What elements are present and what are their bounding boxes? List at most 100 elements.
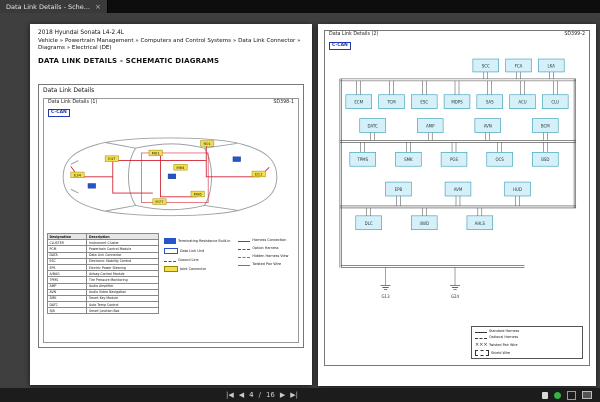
- page-total: 16: [265, 391, 275, 399]
- legend-label: Ground Line: [178, 258, 199, 262]
- ground-symbol: [380, 284, 460, 291]
- svg-text:AVN: AVN: [484, 124, 492, 129]
- vehicle-line: 2018 Hyundai Sonata L4-2.4L: [38, 30, 124, 36]
- can-module-box: DATC: [359, 118, 386, 133]
- can-module-box: AMP: [417, 118, 444, 133]
- diagram-2-frame: Data Link Details (2) SD399-2 C-CAN SCC …: [324, 30, 590, 366]
- connector-tag: E47: [104, 155, 119, 162]
- legend-item: Standard Harness: [475, 329, 579, 333]
- schematic-legend: Standard Harness Optional Harness Twisted …: [471, 325, 583, 359]
- can-module-box: AVM: [444, 181, 472, 197]
- can-module-box: ECM: [345, 94, 372, 109]
- page-left: 2018 Hyundai Sonata L4-2.4L Vehicle » Po…: [30, 24, 312, 385]
- legend-label: Shield Wire: [491, 351, 511, 355]
- svg-text:AMP: AMP: [426, 124, 435, 129]
- viewer-canvas[interactable]: 2018 Hyundai Sonata L4-2.4L Vehicle » Po…: [0, 13, 600, 388]
- svg-text:M01: M01: [152, 150, 161, 155]
- can-module-box: SAS: [476, 94, 503, 109]
- section-label: Data Link Details: [43, 87, 95, 94]
- svg-text:D11: D11: [255, 171, 263, 176]
- next-page-button[interactable]: ▶: [280, 391, 285, 399]
- diagram-1-code: SD398-1: [273, 100, 294, 105]
- dash-gray-icon: [238, 257, 251, 258]
- document-icon[interactable]: [542, 391, 548, 399]
- svg-text:TCM: TCM: [386, 100, 396, 105]
- svg-text:SMK: SMK: [404, 157, 413, 162]
- can-module-box: SMK: [395, 152, 422, 167]
- can-module-box: FCA: [505, 58, 532, 73]
- box-yellow-icon: [164, 266, 178, 272]
- prev-page-button[interactable]: ◀: [239, 391, 244, 399]
- legend-label: Data Link Unit: [180, 249, 205, 253]
- page-navigation: |◀ ◀ 4 / 16 ▶ ▶|: [226, 388, 298, 402]
- first-page-button[interactable]: |◀: [226, 391, 234, 399]
- page-number-input[interactable]: 4: [249, 391, 253, 399]
- connector-tag: M01: [148, 149, 163, 157]
- svg-text:AVM: AVM: [454, 187, 463, 192]
- last-page-button[interactable]: ▶|: [290, 391, 298, 399]
- svg-text:M77: M77: [155, 199, 164, 204]
- legend-label: Optional Harness: [489, 335, 519, 339]
- module-marker: [232, 156, 241, 162]
- legend-label: Option Harness: [252, 246, 279, 250]
- window-icon[interactable]: [582, 391, 592, 399]
- can-module-box: PGS: [440, 152, 468, 167]
- can-module-box: CLU: [542, 94, 569, 109]
- legend-item: Data Link Unit: [164, 248, 230, 254]
- connector-tag: E34: [70, 171, 85, 179]
- legend-label: Standard Harness: [489, 328, 520, 333]
- can-module-box: OCS: [486, 152, 513, 167]
- vehicle-harness-diagram: E34 E47 M01 M64 M77 M96 R01 D11: [62, 137, 278, 217]
- module-marker: [167, 173, 176, 179]
- svg-text:ESC: ESC: [420, 100, 428, 105]
- svg-text:SAS: SAS: [486, 100, 494, 105]
- ground-label: G24: [451, 294, 460, 299]
- svg-text:DATC: DATC: [367, 124, 378, 129]
- legend-label: Twisted Pair Wire: [252, 262, 282, 266]
- can-module-box: 4WD: [411, 215, 438, 231]
- svg-text:4WD: 4WD: [420, 221, 429, 226]
- can-bus-schematic: SCC FCA LKA ECM TCM ESC MDPS SAS ACU CLU…: [339, 58, 577, 299]
- legend-label: Twisted Pair Wire: [489, 342, 518, 347]
- can-module-box: TCM: [378, 94, 405, 109]
- can-module-box: TPMS: [349, 152, 376, 167]
- bottom-toolbar: |◀ ◀ 4 / 16 ▶ ▶|: [0, 388, 600, 402]
- ccan-badge: C-CAN: [329, 42, 351, 50]
- document-tab[interactable]: Data Link Details - Sche... ×: [0, 0, 108, 13]
- connector-tag: R01: [200, 140, 215, 147]
- can-module-box: SCC: [472, 58, 499, 73]
- svg-text:BCM: BCM: [541, 124, 550, 129]
- diagram-2-title: Data Link Details (2): [329, 32, 379, 37]
- legend-item: Optional Harness: [475, 335, 579, 339]
- box-blue-open-icon: [164, 248, 178, 254]
- connector-tag: D11: [251, 170, 266, 178]
- svg-text:R01: R01: [203, 141, 211, 146]
- tray-icons: [542, 388, 592, 402]
- svg-text:ECM: ECM: [354, 100, 363, 105]
- table-cell: Smart Junction Box: [86, 307, 159, 315]
- svg-text:EPB: EPB: [395, 187, 403, 192]
- solid-line-icon: [475, 331, 487, 333]
- connector-tag: M77: [152, 198, 167, 205]
- svg-text:OCS: OCS: [495, 157, 504, 162]
- can-module-box: ESC: [411, 94, 438, 109]
- grid-icon[interactable]: [567, 390, 576, 400]
- tab-bar: Data Link Details - Sche... ×: [0, 0, 600, 13]
- svg-text:M64: M64: [176, 165, 185, 170]
- table-row: SJB Smart Junction Box: [46, 307, 159, 315]
- svg-text:FCA: FCA: [515, 63, 523, 68]
- box-blue-solid-icon: [164, 238, 176, 244]
- diagram-1-title: Data Link Details (1): [48, 100, 98, 105]
- can-module-box: ACU: [509, 94, 536, 109]
- tab-close-icon[interactable]: ×: [95, 3, 101, 11]
- legend-item: Shield Wire: [475, 350, 579, 356]
- svg-text:SCC: SCC: [482, 63, 490, 68]
- legend-label: Harness Connection: [252, 238, 287, 242]
- can-module-box: AVN: [474, 118, 501, 133]
- status-dot-icon[interactable]: [554, 391, 561, 399]
- can-module-box: EPB: [385, 181, 412, 197]
- data-link-details-section: Data Link Details Data Link Details (1) …: [38, 84, 304, 348]
- dash-blue-icon: [164, 261, 176, 262]
- svg-text:PGS: PGS: [450, 157, 458, 162]
- legend-item: Ground Line: [164, 258, 230, 262]
